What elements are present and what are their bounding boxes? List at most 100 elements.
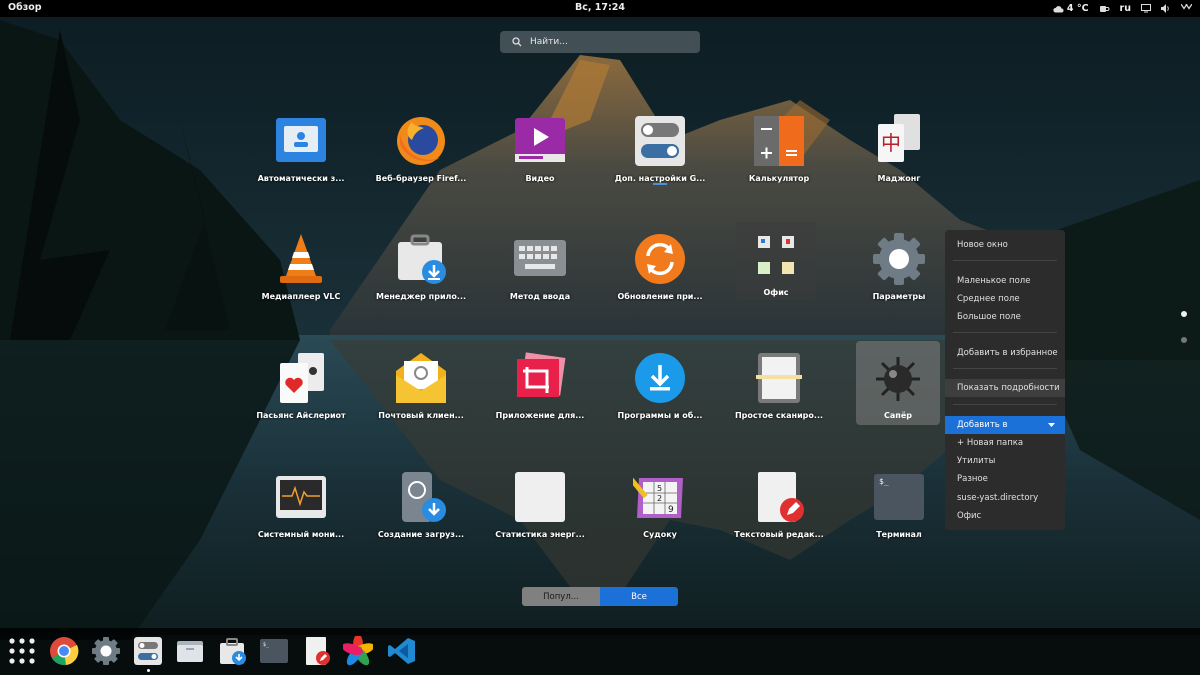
terminal-icon: $_: [874, 474, 924, 520]
mail-icon: [396, 353, 446, 403]
app-tile-contacts[interactable]: Автоматически з...: [246, 114, 356, 194]
app-grid-icon[interactable]: [7, 636, 37, 666]
app-manager-icon[interactable]: [217, 636, 247, 666]
menu-item-misc[interactable]: Разное: [945, 470, 1065, 488]
app-label: Параметры: [872, 292, 926, 301]
running-indicator: [653, 183, 667, 185]
volume-icon[interactable]: [1161, 4, 1171, 13]
files-icon[interactable]: [175, 636, 205, 666]
page-indicator[interactable]: [1181, 337, 1187, 343]
app-tile-mines[interactable]: Сапёр: [856, 341, 940, 425]
app-label: Менеджер прило...: [375, 292, 467, 301]
app-label: Программы и об...: [617, 411, 703, 420]
app-tile-input-method[interactable]: Метод ввода: [485, 232, 595, 312]
terminal-icon[interactable]: $_: [259, 636, 289, 666]
all-tab[interactable]: Все: [600, 587, 678, 606]
vscode-icon[interactable]: [387, 636, 417, 666]
menu-item-small-field[interactable]: Маленькое поле: [945, 272, 1065, 290]
svg-text:$_: $_: [263, 642, 270, 648]
app-tile-mahjong[interactable]: 中 Маджонг: [844, 114, 954, 194]
text-editor-icon[interactable]: [301, 636, 331, 666]
app-tile-app-manager[interactable]: Менеджер прило...: [366, 232, 476, 312]
weather-temperature: 4 °C: [1066, 3, 1089, 14]
app-folder-office[interactable]: Офис: [736, 222, 816, 300]
scanner-icon: [756, 353, 802, 403]
chrome-icon[interactable]: [49, 636, 79, 666]
app-tile-calculator[interactable]: Калькулятор: [724, 114, 834, 194]
app-label: Текстовый редак...: [734, 530, 824, 539]
app-tile-tweaks[interactable]: Доп. настройки G...: [605, 114, 715, 194]
menu-item-new-window[interactable]: Новое окно: [945, 236, 1065, 254]
app-label: Системный мони...: [257, 530, 345, 539]
app-tile-scanner[interactable]: Простое сканиро...: [724, 351, 834, 431]
app-tile-solitaire[interactable]: Пасьянс Айслериот: [246, 351, 356, 431]
app-label: Статистика энерг...: [495, 530, 585, 539]
app-tile-photos[interactable]: Приложение для...: [485, 351, 595, 431]
screen-icon[interactable]: [1141, 4, 1151, 13]
contact-card-icon: [276, 118, 326, 162]
usb-creator-icon: [402, 472, 446, 522]
app-label: Обновление при...: [617, 292, 703, 301]
running-dot: [147, 669, 150, 672]
notification-indicator[interactable]: [1099, 4, 1110, 13]
app-label: Видео: [525, 174, 555, 183]
mine-icon: [876, 357, 920, 401]
app-tile-vlc[interactable]: Медиаплеер VLC: [246, 232, 356, 312]
menu-separator: [953, 368, 1057, 369]
weather-indicator[interactable]: 4 °C: [1053, 3, 1089, 14]
app-label: Веб-браузер Firef...: [375, 174, 467, 183]
app-label: Пасьянс Айслериот: [256, 411, 346, 420]
video-player-icon: [515, 118, 565, 162]
menu-item-office[interactable]: Офис: [945, 507, 1065, 525]
app-label: Медиаплеер VLC: [261, 292, 341, 301]
text-editor-icon: [758, 472, 804, 522]
tweaks-icon[interactable]: [133, 636, 163, 666]
app-tile-software[interactable]: Программы и об...: [605, 351, 715, 431]
search-field[interactable]: Найти...: [500, 31, 700, 53]
page-indicator-active[interactable]: [1181, 311, 1187, 317]
app-tile-settings[interactable]: Параметры: [844, 232, 954, 312]
top-bar: Обзор Вс, 17:24 4 °C ru: [0, 0, 1200, 17]
mahjong-icon: 中: [878, 114, 920, 162]
tweaks-icon: [635, 116, 685, 166]
settings-icon[interactable]: [91, 636, 121, 666]
calculator-icon: [754, 116, 804, 166]
settings-gear-icon: [873, 233, 925, 285]
menu-item-new-folder[interactable]: + Новая папка: [945, 434, 1065, 452]
coffee-cup-icon: [1099, 6, 1109, 12]
app-tile-terminal[interactable]: $_ Терминал: [844, 470, 954, 550]
app-tile-sudoku[interactable]: 529 Судоку: [605, 470, 715, 550]
app-tile-firefox[interactable]: Веб-браузер Firef...: [366, 114, 476, 194]
app-label: Маджонг: [877, 174, 921, 183]
app-label: Автоматически з...: [257, 174, 345, 183]
app-tile-text-editor[interactable]: Текстовый редак...: [724, 470, 834, 550]
keyboard-layout[interactable]: ru: [1120, 3, 1131, 14]
search-placeholder: Найти...: [530, 37, 568, 47]
menu-item-add-favorites[interactable]: Добавить в избранное: [945, 344, 1065, 362]
app-label: Калькулятор: [748, 174, 810, 183]
app-label: Метод ввода: [509, 292, 571, 301]
menu-item-medium-field[interactable]: Среднее поле: [945, 290, 1065, 308]
update-icon: [635, 234, 685, 284]
menu-item-suse-directory[interactable]: suse-yast.directory: [945, 489, 1065, 507]
menu-item-utilities[interactable]: Утилиты: [945, 452, 1065, 470]
menu-item-show-details[interactable]: Показать подробности: [945, 379, 1065, 397]
app-tile-video[interactable]: Видео: [485, 114, 595, 194]
keyboard-icon: [514, 240, 566, 276]
photos-icon[interactable]: [343, 636, 373, 666]
app-tile-power-stats[interactable]: Статистика энерг...: [485, 470, 595, 550]
menu-item-large-field[interactable]: Большое поле: [945, 308, 1065, 326]
app-tile-usb-creator[interactable]: Создание загруз...: [366, 470, 476, 550]
app-tile-software-update[interactable]: Обновление при...: [605, 232, 715, 312]
app-tile-mail[interactable]: Почтовый клиен...: [366, 351, 476, 431]
svg-text:5: 5: [657, 484, 662, 493]
power-menu-icon[interactable]: [1181, 4, 1192, 13]
system-tray[interactable]: 4 °C ru: [1053, 1, 1192, 16]
app-label: Доп. настройки G...: [614, 174, 706, 183]
app-tile-system-monitor[interactable]: Системный мони...: [246, 470, 356, 550]
popular-tab[interactable]: Попул...: [522, 587, 600, 606]
clock[interactable]: Вс, 17:24: [0, 2, 1200, 13]
svg-text:9: 9: [668, 505, 674, 515]
triangle-down-icon: [1048, 423, 1055, 427]
menu-item-add-to[interactable]: Добавить в: [945, 416, 1065, 434]
